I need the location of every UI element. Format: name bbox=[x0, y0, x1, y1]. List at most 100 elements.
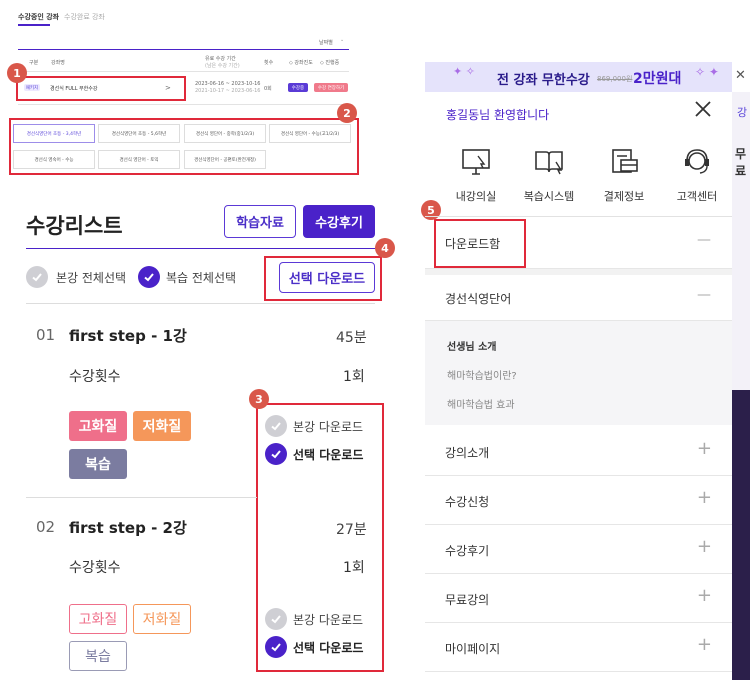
menu-intro[interactable]: 강의소개 + bbox=[425, 427, 732, 476]
menu-mypage[interactable]: 마이페이지 + bbox=[425, 623, 732, 672]
check-icon bbox=[32, 273, 42, 282]
banner-old-price: 869,000원 bbox=[597, 75, 633, 83]
main-download-checkbox[interactable] bbox=[265, 415, 287, 437]
quick-label: 결제정보 bbox=[603, 190, 645, 203]
row-date1: 2023-06-16 ~ 2023-10-16 bbox=[195, 81, 261, 87]
item-divider bbox=[26, 497, 257, 498]
item-number: 01 bbox=[36, 326, 56, 344]
marker-4: 4 bbox=[375, 238, 395, 258]
item-number: 02 bbox=[36, 518, 56, 536]
item-count-label: 수강횟수 bbox=[69, 369, 121, 385]
selected-download-label: 선택 다운로드 bbox=[293, 448, 364, 462]
menu-apply[interactable]: 수강신청 + bbox=[425, 476, 732, 525]
select-all-main-label: 본강 전체선택 bbox=[56, 271, 127, 285]
submenu-head[interactable]: 선생님 소개 bbox=[447, 338, 496, 353]
quick-label: 내강의실 bbox=[455, 190, 497, 203]
head-divider bbox=[18, 71, 349, 72]
minus-icon[interactable]: — bbox=[697, 232, 711, 248]
extend-button[interactable]: 수강 연장하기 bbox=[314, 83, 348, 92]
quick-my-class[interactable]: 내강의실 bbox=[446, 146, 506, 204]
menu-label: 다운로드함 bbox=[445, 237, 501, 251]
menu-free-lecture[interactable]: 무료강의 + bbox=[425, 574, 732, 623]
main-download-label: 본강 다운로드 bbox=[293, 420, 364, 434]
plus-icon[interactable]: + bbox=[697, 536, 712, 557]
menu-word[interactable]: 경선식영단어 — bbox=[425, 275, 732, 321]
quick-customer-center[interactable]: 고객센터 bbox=[667, 146, 727, 204]
lq-button[interactable]: 저화질 bbox=[133, 411, 191, 441]
select-all-review-checkbox[interactable] bbox=[138, 266, 160, 288]
main-download-label: 본강 다운로드 bbox=[293, 613, 364, 627]
user-name: 홍길동 bbox=[446, 108, 480, 122]
edge-text: 무료 bbox=[735, 147, 747, 178]
backdrop-image bbox=[732, 390, 750, 680]
close-icon[interactable] bbox=[694, 100, 712, 122]
tab-underline bbox=[18, 24, 50, 26]
head-col2: 강좌명 bbox=[51, 60, 65, 66]
review-button[interactable]: 수강후기 bbox=[303, 205, 375, 238]
quick-payment[interactable]: 결제정보 bbox=[594, 146, 654, 204]
title-underline bbox=[26, 248, 375, 249]
check-icon bbox=[271, 643, 281, 652]
banner-text: 전 강좌 무한수강 bbox=[497, 73, 590, 88]
item-title[interactable]: first step - 1강 bbox=[69, 325, 187, 346]
headset-icon bbox=[685, 149, 709, 174]
selected-download-checkbox[interactable] bbox=[265, 443, 287, 465]
lq-button[interactable]: 저화질 bbox=[133, 604, 191, 634]
highlight-box-2 bbox=[9, 118, 359, 175]
party-horn-icon: ✧ ✦ bbox=[695, 65, 719, 79]
main-download-checkbox[interactable] bbox=[265, 608, 287, 630]
submenu: 선생님 소개 해마학습법이란? 해마학습법 효과 bbox=[425, 321, 732, 425]
submenu-item[interactable]: 해마학습법 효과 bbox=[447, 396, 515, 411]
head-col3-line1: 유료 수강 기간 bbox=[205, 56, 236, 62]
marker-3: 3 bbox=[249, 389, 269, 409]
quick-review-system[interactable]: 복습시스템 bbox=[519, 146, 579, 204]
item-count: 1회 bbox=[343, 369, 365, 385]
page-title: 수강리스트 bbox=[26, 214, 123, 238]
check-icon bbox=[271, 422, 281, 431]
minus-icon[interactable]: — bbox=[697, 287, 711, 303]
head-col6: ◇ 진행중 bbox=[320, 60, 340, 66]
item-duration: 27분 bbox=[336, 522, 367, 538]
plus-icon[interactable]: + bbox=[697, 585, 712, 606]
sort-select[interactable]: 날짜별 bbox=[319, 39, 333, 46]
menu-label: 강의소개 bbox=[445, 446, 490, 460]
row-date2: 2021-10-17 ~ 2023-06-16 bbox=[195, 88, 261, 94]
promo-banner[interactable]: ✦ ✧ 전 강좌 무한수강 869,000원 2만원대 ✧ ✦ bbox=[425, 62, 732, 92]
greeting: 홍길동님 환영합니다 bbox=[446, 106, 549, 123]
book-cursor-icon bbox=[535, 151, 563, 175]
hq-button[interactable]: 고화질 bbox=[69, 411, 127, 441]
item-title[interactable]: first step - 2강 bbox=[69, 517, 187, 538]
plus-icon[interactable]: + bbox=[697, 438, 712, 459]
tab-active[interactable]: 수강중인 강좌 bbox=[18, 12, 59, 22]
menu-reviews[interactable]: 수강후기 + bbox=[425, 525, 732, 574]
menu-label: 수강후기 bbox=[445, 544, 490, 558]
quick-label: 고객센터 bbox=[676, 190, 718, 203]
check-icon bbox=[144, 273, 154, 282]
row-divider bbox=[18, 104, 349, 105]
select-divider bbox=[26, 303, 375, 304]
check-icon bbox=[271, 450, 281, 459]
selected-download-button[interactable]: 선택 다운로드 bbox=[279, 262, 375, 293]
banner-close-icon[interactable]: ✕ bbox=[735, 68, 746, 83]
studying-button[interactable]: 수강중 bbox=[288, 83, 308, 92]
banner-new-price: 2만원대 bbox=[633, 71, 682, 87]
selected-download-checkbox[interactable] bbox=[265, 636, 287, 658]
selected-download-label: 선택 다운로드 bbox=[293, 641, 364, 655]
tab-inactive[interactable]: 수강완료 강좌 bbox=[64, 12, 105, 22]
chevron-down-icon: ⌄ bbox=[340, 37, 345, 43]
check-icon bbox=[271, 615, 281, 624]
review-video-button[interactable]: 복습 bbox=[69, 449, 127, 479]
select-all-main-checkbox[interactable] bbox=[26, 266, 48, 288]
review-video-button[interactable]: 복습 bbox=[69, 641, 127, 671]
submenu-item[interactable]: 해마학습법이란? bbox=[447, 367, 517, 382]
study-material-button[interactable]: 학습자료 bbox=[224, 205, 296, 238]
hq-button[interactable]: 고화질 bbox=[69, 604, 127, 634]
select-all-review-label: 복습 전체선택 bbox=[166, 271, 237, 285]
payment-card-icon bbox=[612, 149, 638, 173]
plus-icon[interactable]: + bbox=[697, 634, 712, 655]
menu-download-box[interactable]: 다운로드함 — bbox=[425, 217, 732, 269]
head-col1: 구분 bbox=[29, 60, 39, 66]
head-col3-line2: (남은 수강 기간) bbox=[205, 63, 240, 69]
plus-icon[interactable]: + bbox=[697, 487, 712, 508]
row-count: 0회 bbox=[264, 86, 272, 92]
